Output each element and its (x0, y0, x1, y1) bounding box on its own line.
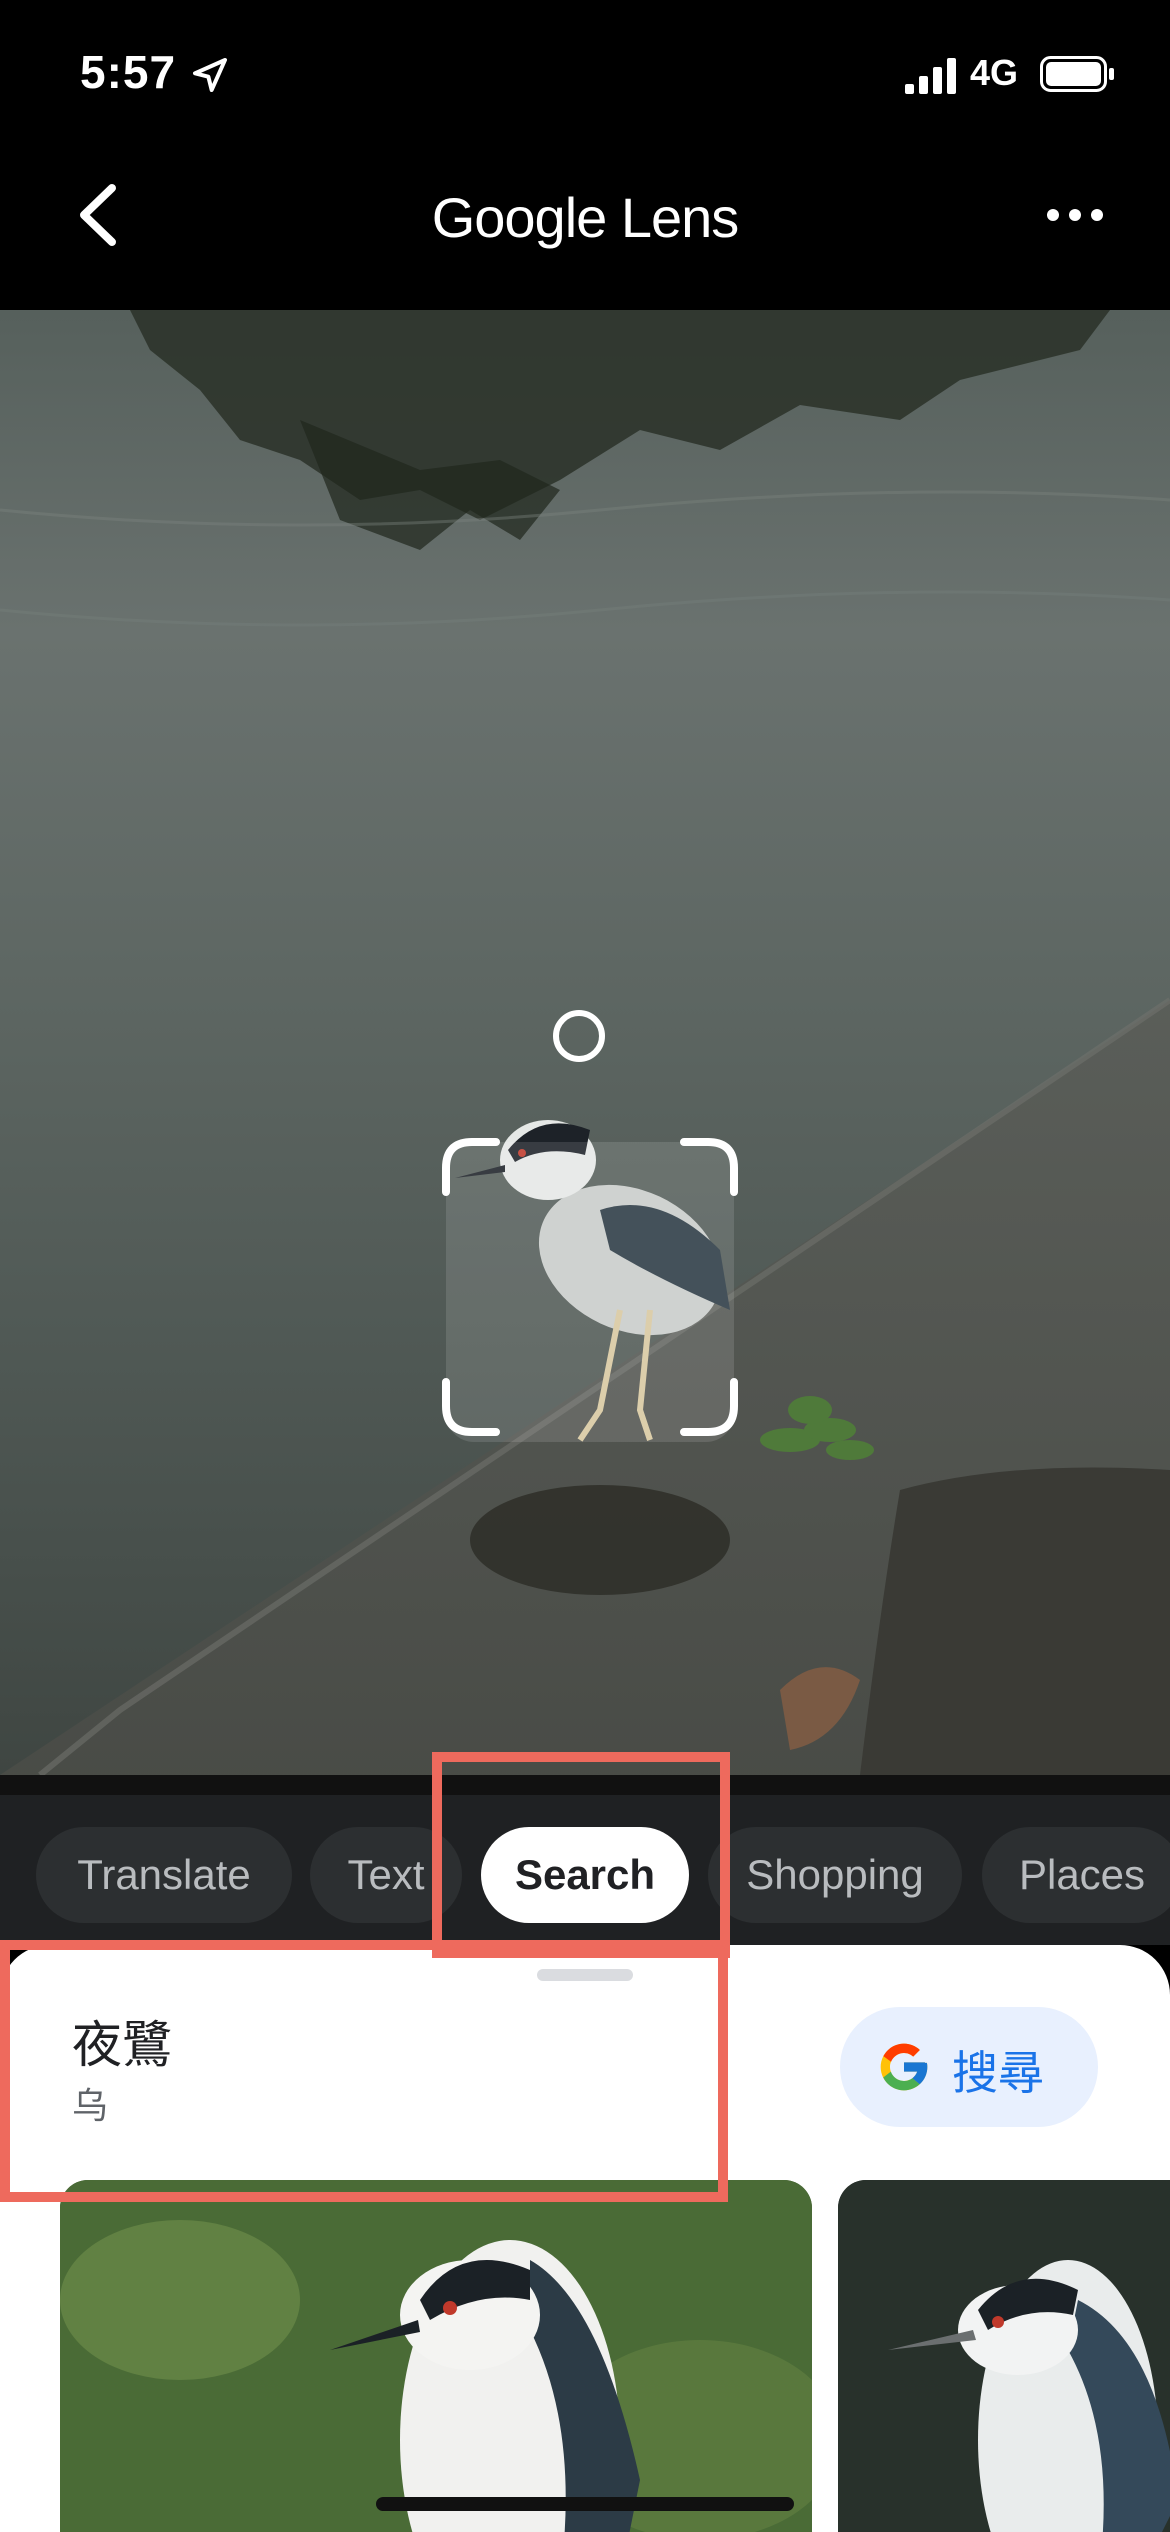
status-bar: 5:57 4G (0, 0, 1170, 150)
result-thumbnail-2[interactable] (838, 2180, 1170, 2532)
tab-places[interactable]: Places (982, 1827, 1170, 1923)
highlight-box-result (0, 1940, 728, 2202)
highlight-box-search-tab (432, 1752, 730, 1958)
captured-photo[interactable] (0, 310, 1170, 1775)
tab-translate[interactable]: Translate (36, 1827, 292, 1923)
heron-thumbnail-image (60, 2180, 812, 2532)
tab-shopping[interactable]: Shopping (708, 1827, 962, 1923)
battery-icon (1040, 56, 1114, 92)
google-search-label: 搜尋 (952, 2047, 1044, 2099)
heron-thumbnail-image-2 (838, 2180, 1170, 2532)
app-header: Google Lens (0, 150, 1170, 310)
network-label: 4G (970, 52, 1019, 93)
location-arrow-icon (193, 58, 227, 92)
crop-frame[interactable] (436, 1132, 744, 1768)
google-search-button[interactable]: 搜尋 (840, 2007, 1098, 2127)
google-g-icon (880, 2043, 928, 2091)
status-time: 5:57 (80, 46, 177, 98)
page-title: Google Lens (431, 186, 740, 249)
scan-dot-icon (553, 1010, 605, 1062)
home-indicator[interactable] (376, 2497, 794, 2511)
signal-icon (905, 58, 956, 94)
more-dots-icon[interactable] (1045, 190, 1105, 240)
result-thumbnail-1[interactable] (60, 2180, 812, 2532)
